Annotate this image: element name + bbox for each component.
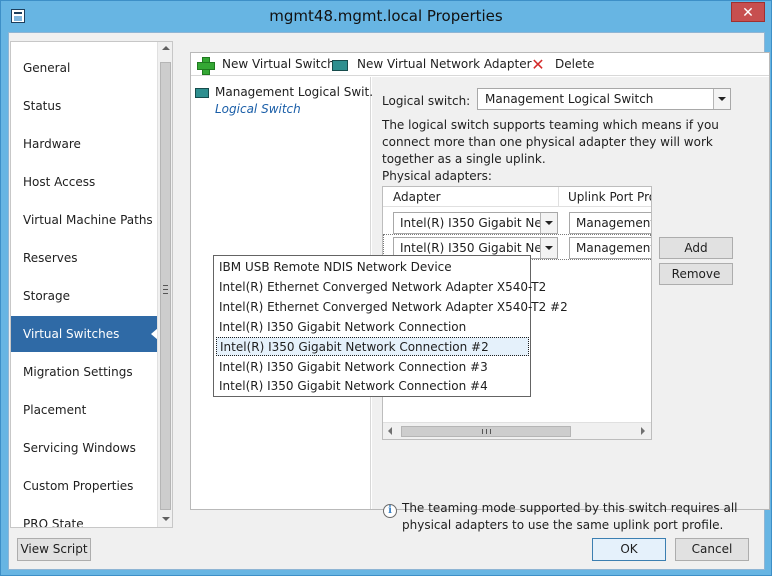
scroll-right-arrow-icon[interactable] (641, 427, 645, 435)
info-icon: i (383, 504, 397, 518)
column-header-adapter[interactable]: Adapter (393, 190, 441, 204)
cancel-button[interactable]: Cancel (675, 538, 749, 561)
nav-item-host-access[interactable]: Host Access (11, 164, 157, 200)
scroll-up-arrow-icon[interactable] (162, 46, 170, 50)
new-virtual-switch-label: New Virtual Switch (222, 57, 335, 71)
physical-adapters-label: Physical adapters: (382, 169, 492, 183)
chevron-down-icon[interactable] (713, 89, 730, 109)
switch-item-type: Logical Switch (215, 102, 301, 116)
chevron-down-icon[interactable] (540, 213, 557, 233)
adapter-value: Intel(R) I350 Gigabit Netw (400, 241, 557, 255)
nav-item-reserves[interactable]: Reserves (11, 240, 157, 276)
chevron-down-icon[interactable] (540, 238, 557, 258)
nav-item-placement[interactable]: Placement (11, 392, 157, 428)
logical-switch-description: The logical switch supports teaming whic… (382, 118, 719, 166)
adapter-value: Intel(R) I350 Gigabit Netw (400, 216, 557, 230)
dropdown-option[interactable]: Intel(R) Ethernet Converged Network Adap… (216, 298, 568, 317)
grip-icon (163, 285, 168, 294)
dropdown-option-highlighted[interactable]: Intel(R) I350 Gigabit Network Connection… (216, 337, 529, 356)
table-scroll-thumb[interactable] (401, 426, 571, 437)
logical-switch-select[interactable]: Management Logical Switch (477, 88, 731, 110)
properties-window: mgmt48.mgmt.local Properties ✕ General S… (0, 0, 772, 576)
column-header-uplink-port-profile[interactable]: Uplink Port Prof (568, 190, 651, 204)
nav-item-migration-settings[interactable]: Migration Settings (11, 354, 157, 390)
title-bar[interactable]: mgmt48.mgmt.local Properties ✕ (1, 1, 771, 32)
dropdown-option[interactable]: IBM USB Remote NDIS Network Device (216, 258, 529, 277)
add-adapter-button[interactable]: Add (659, 237, 733, 259)
plus-icon (197, 57, 215, 75)
dropdown-option[interactable]: Intel(R) I350 Gigabit Network Connection (216, 318, 529, 337)
nav-item-custom-properties[interactable]: Custom Properties (11, 468, 157, 504)
column-separator[interactable] (558, 187, 559, 207)
close-button[interactable]: ✕ (731, 2, 765, 22)
teaming-info-text: The teaming mode supported by this switc… (402, 501, 738, 532)
dropdown-option[interactable]: Intel(R) I350 Gigabit Network Connection… (216, 377, 529, 396)
new-virtual-network-adapter-label: New Virtual Network Adapter (357, 57, 532, 71)
nav-item-status[interactable]: Status (11, 88, 157, 124)
adapter-dropdown-list: IBM USB Remote NDIS Network Device Intel… (213, 255, 568, 397)
table-horizontal-scrollbar[interactable] (383, 422, 651, 439)
nav-item-virtual-switches[interactable]: Virtual Switches (11, 316, 158, 352)
window-title: mgmt48.mgmt.local Properties (269, 7, 503, 25)
network-adapter-icon (332, 60, 348, 71)
switch-item-name: Management Logical Swit... (215, 85, 381, 99)
dropdown-option[interactable]: Intel(R) I350 Gigabit Network Connection… (216, 358, 529, 377)
nav-item-virtual-machine-paths[interactable]: Virtual Machine Paths (11, 202, 157, 238)
delete-icon: ✕ (531, 55, 545, 74)
nav-item-hardware[interactable]: Hardware (11, 126, 157, 162)
scroll-left-arrow-icon[interactable] (388, 427, 392, 435)
uplink-value: Management I (576, 216, 652, 230)
network-adapter-icon (195, 88, 209, 98)
switch-list-item[interactable]: Management Logical Swit... Logical Switc… (195, 84, 381, 120)
nav-item-general[interactable]: General (11, 50, 157, 86)
toolbar: New Virtual Switch New Virtual Network A… (191, 53, 769, 76)
nav-item-servicing-windows[interactable]: Servicing Windows (11, 430, 157, 466)
view-script-button[interactable]: View Script (17, 538, 91, 561)
nav-scrollbar[interactable] (157, 42, 172, 527)
logical-switch-value: Management Logical Switch (485, 92, 654, 106)
uplink-select-row-1[interactable]: Management I (569, 212, 652, 234)
logical-switch-label: Logical switch: (382, 94, 471, 108)
scroll-down-arrow-icon[interactable] (162, 517, 170, 521)
uplink-select-row-2[interactable]: Management I (569, 237, 652, 259)
remove-adapter-button[interactable]: Remove (659, 263, 733, 285)
nav-scroll-thumb[interactable] (160, 62, 171, 510)
uplink-value: Management I (576, 241, 652, 255)
adapter-select-row-1[interactable]: Intel(R) I350 Gigabit Netw (393, 212, 558, 234)
nav-sidebar: General Status Hardware Host Access Virt… (10, 41, 173, 528)
ok-button[interactable]: OK (592, 538, 666, 561)
grip-icon (482, 429, 491, 434)
delete-label: Delete (555, 57, 595, 71)
nav-item-storage[interactable]: Storage (11, 278, 157, 314)
table-header: Adapter Uplink Port Prof (383, 187, 651, 207)
dropdown-option[interactable]: Intel(R) Ethernet Converged Network Adap… (216, 278, 546, 297)
nav-item-pro-state[interactable]: PRO State (11, 506, 157, 527)
